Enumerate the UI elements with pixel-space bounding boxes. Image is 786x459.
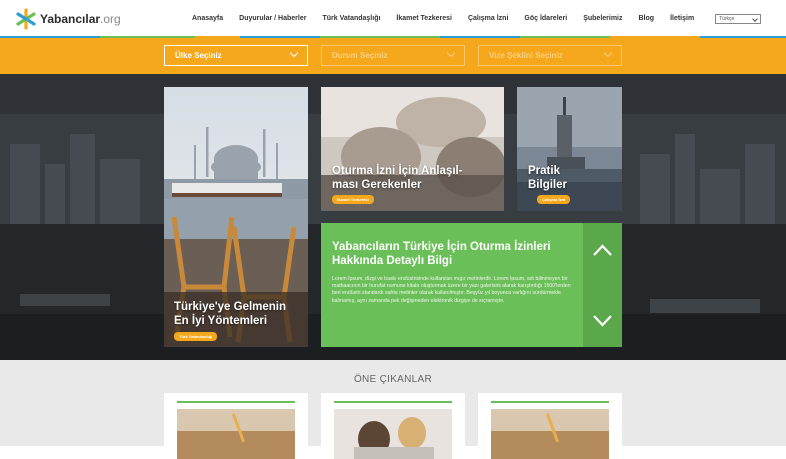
language-select[interactable]: Türkçe [715,14,761,24]
card-istanbul-tag[interactable]: Türk Vatandaşlığı [174,332,218,341]
meeting-image [321,87,504,211]
highlight-card-image [491,409,609,459]
country-select[interactable]: Ülke Seçiniz [164,45,308,66]
brand-name: Yabancılar [40,12,101,26]
highlight-card-image [334,409,452,459]
main-nav: Anasayfa Duyurular / Haberler Türk Vatan… [192,15,710,22]
card-istanbul[interactable]: Türkiye'ye Gelmenin En İyi Yöntemleri Tü… [164,87,308,347]
chevron-down-icon [289,48,299,58]
maiden-tower-image [517,87,622,211]
site-logo[interactable]: Yabancılar .org [15,8,121,30]
top-header: Yabancılar .org Anasayfa Duyurular / Hab… [0,0,786,38]
logo-icon [15,8,37,30]
filter-bar: Ülke Seçiniz Durum Seçiniz Vize Şeklini … [0,38,786,74]
status-select-label: Durum Seçiniz [332,51,388,60]
highlight-card-bar [334,401,452,403]
card-residence-tag[interactable]: İkamet Tezkeresi [332,195,374,204]
feature-body: Lorem Ipsum, dizgi ve baskı endüstrisind… [332,276,571,304]
country-select-label: Ülke Seçiniz [175,51,222,60]
card-practical-tag[interactable]: Çalışma İzni [537,195,571,204]
card-practical-title: Pratik Bilgiler [528,165,567,191]
highlight-card-image [177,409,295,459]
nav-item-work-permit[interactable]: Çalışma İzni [468,15,508,22]
highlight-card-bar [177,401,295,403]
highlights-title: ÖNE ÇIKANLAR [353,374,433,385]
nav-item-migration-offices[interactable]: Göç İdareleri [524,15,567,22]
feature-box[interactable]: Yabancıların Türkiye İçin Oturma İzinler… [321,223,622,347]
card-residence-title: Oturma İzni İçin Anlaşıl- ması Gerekenle… [332,165,463,191]
chevron-up-icon[interactable] [583,223,622,283]
visa-select[interactable]: Vize Şeklini Seçiniz [478,45,622,66]
nav-item-news[interactable]: Duyurular / Haberler [239,15,306,22]
brand-tld: .org [100,12,121,26]
nav-item-citizenship[interactable]: Türk Vatandaşlığı [322,15,380,22]
highlight-card[interactable] [321,393,465,459]
highlight-card-bar [491,401,609,403]
nav-item-residence[interactable]: İkamet Tezkeresi [396,15,452,22]
nav-item-contact[interactable]: İletişim [670,15,694,22]
nav-item-blog[interactable]: Blog [639,15,655,22]
chevron-down-icon [603,48,613,58]
highlights-section: ÖNE ÇIKANLAR [0,360,786,459]
nav-item-branches[interactable]: Şubelerimiz [583,15,622,22]
highlight-card[interactable] [164,393,308,459]
feature-title: Yabancıların Türkiye İçin Oturma İzinler… [332,241,551,267]
card-practical[interactable]: Pratik Bilgiler Çalışma İzni [517,87,622,211]
chevron-down-icon [446,48,456,58]
nav-item-home[interactable]: Anasayfa [192,15,223,22]
card-istanbul-title: Türkiye'ye Gelmenin En İyi Yöntemleri [174,301,287,327]
card-residence[interactable]: Oturma İzni İçin Anlaşıl- ması Gerekenle… [321,87,504,211]
highlight-card[interactable] [478,393,622,459]
chevron-down-icon[interactable] [583,287,622,347]
status-select[interactable]: Durum Seçiniz [321,45,465,66]
feature-arrows [583,223,622,347]
visa-select-label: Vize Şeklini Seçiniz [489,51,563,60]
